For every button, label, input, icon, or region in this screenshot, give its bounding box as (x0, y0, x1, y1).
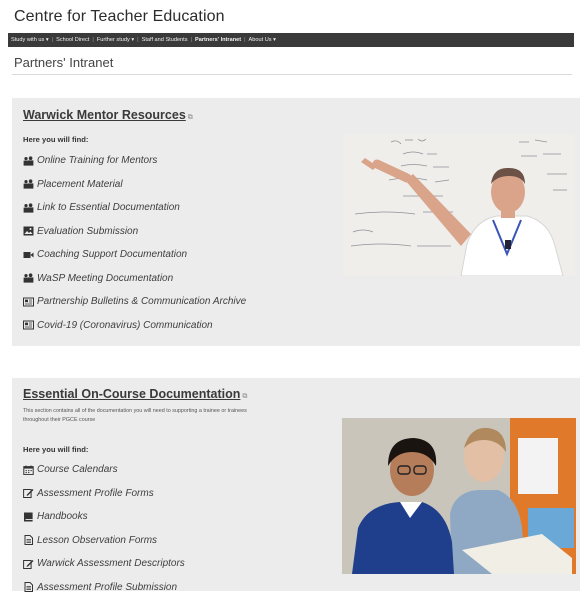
mentor-resources-title-text[interactable]: Warwick Mentor Resources (23, 108, 186, 122)
resource-link-label[interactable]: Warwick Assessment Descriptors (37, 558, 185, 569)
nav-item-1[interactable]: School Direct (53, 37, 92, 43)
resource-link-0-0[interactable]: Online Training for Mentors (23, 149, 246, 173)
mentor-resources-title[interactable]: Warwick Mentor Resources⧉ (23, 108, 193, 122)
nav-item-2[interactable]: Further study ▾ (94, 37, 137, 43)
nav-item-5[interactable]: About Us ▾ (246, 37, 279, 43)
users-icon (23, 273, 34, 283)
resource-link-0-3[interactable]: Evaluation Submission (23, 220, 246, 244)
on-course-resource-list: Course Calendars Assessment Profile Forms… (23, 458, 185, 599)
resource-link-label[interactable]: Assessment Profile Forms (37, 488, 154, 499)
nav-item-0[interactable]: Study with us ▾ (8, 37, 52, 43)
page-title: Partners' Intranet (14, 55, 113, 70)
resource-link-0-6[interactable]: Partnership Bulletins & Communication Ar… (23, 290, 246, 314)
resource-link-label[interactable]: Lesson Observation Forms (37, 535, 157, 546)
external-link-icon: ⧉ (188, 114, 193, 122)
nav-item-4[interactable]: Partners' Intranet (192, 37, 244, 43)
external-link-icon: ⧉ (242, 393, 247, 401)
image-icon (23, 226, 34, 236)
resource-link-label[interactable]: Placement Material (37, 179, 123, 190)
resource-link-label[interactable]: Assessment Profile Submission (37, 582, 177, 593)
resource-link-1-4[interactable]: Warwick Assessment Descriptors (23, 552, 185, 576)
resource-link-label[interactable]: Course Calendars (37, 464, 118, 475)
resource-link-0-7[interactable]: Covid-19 (Coronavirus) Communication (23, 314, 246, 338)
resource-link-label[interactable]: Partnership Bulletins & Communication Ar… (37, 296, 246, 307)
newspaper-icon (23, 297, 34, 307)
mentor-here-label: Here you will find: (23, 135, 88, 144)
resource-link-label[interactable]: WaSP Meeting Documentation (37, 273, 173, 284)
on-course-docs-intro: This section contains all of the documen… (23, 407, 263, 425)
edit-icon (23, 559, 34, 569)
book-icon (23, 512, 34, 522)
site-title[interactable]: Centre for Teacher Education (14, 8, 225, 26)
title-divider (12, 74, 572, 75)
resource-link-label[interactable]: Handbooks (37, 511, 88, 522)
resource-link-0-1[interactable]: Placement Material (23, 173, 246, 197)
resource-link-0-5[interactable]: WaSP Meeting Documentation (23, 267, 246, 291)
on-course-docs-panel: Essential On-Course Documentation⧉ This … (12, 378, 580, 591)
calendar-icon (23, 465, 34, 475)
mentor-resource-list: Online Training for Mentors Placement Mat… (23, 149, 246, 337)
newspaper-icon (23, 320, 34, 330)
edit-icon (23, 488, 34, 498)
users-icon (23, 203, 34, 213)
mentor-resources-panel: Warwick Mentor Resources⧉ Here you will … (12, 98, 580, 346)
resource-link-label[interactable]: Online Training for Mentors (37, 155, 157, 166)
nav-item-3[interactable]: Staff and Students (139, 37, 191, 43)
on-course-docs-title-text[interactable]: Essential On-Course Documentation (23, 387, 240, 401)
resource-link-label[interactable]: Evaluation Submission (37, 226, 138, 237)
resource-link-0-2[interactable]: Link to Essential Documentation (23, 196, 246, 220)
resource-link-0-4[interactable]: Coaching Support Documentation (23, 243, 246, 267)
resource-link-1-5[interactable]: Assessment Profile Submission (23, 576, 185, 599)
mentor-teaching-photo (343, 134, 575, 276)
users-icon (23, 156, 34, 166)
video-icon (23, 250, 34, 260)
resource-link-label[interactable]: Link to Essential Documentation (37, 202, 180, 213)
top-nav: Study with us ▾|School Direct|Further st… (8, 33, 574, 47)
resource-link-label[interactable]: Covid-19 (Coronavirus) Communication (37, 320, 213, 331)
file-text-icon (23, 535, 34, 545)
resource-link-1-3[interactable]: Lesson Observation Forms (23, 529, 185, 553)
on-course-here-label: Here you will find: (23, 445, 88, 454)
tutor-student-photo (342, 418, 576, 574)
users-icon (23, 179, 34, 189)
on-course-docs-title[interactable]: Essential On-Course Documentation⧉ (23, 387, 247, 401)
resource-link-label[interactable]: Coaching Support Documentation (37, 249, 187, 260)
resource-link-1-0[interactable]: Course Calendars (23, 458, 185, 482)
resource-link-1-1[interactable]: Assessment Profile Forms (23, 482, 185, 506)
resource-link-1-2[interactable]: Handbooks (23, 505, 185, 529)
